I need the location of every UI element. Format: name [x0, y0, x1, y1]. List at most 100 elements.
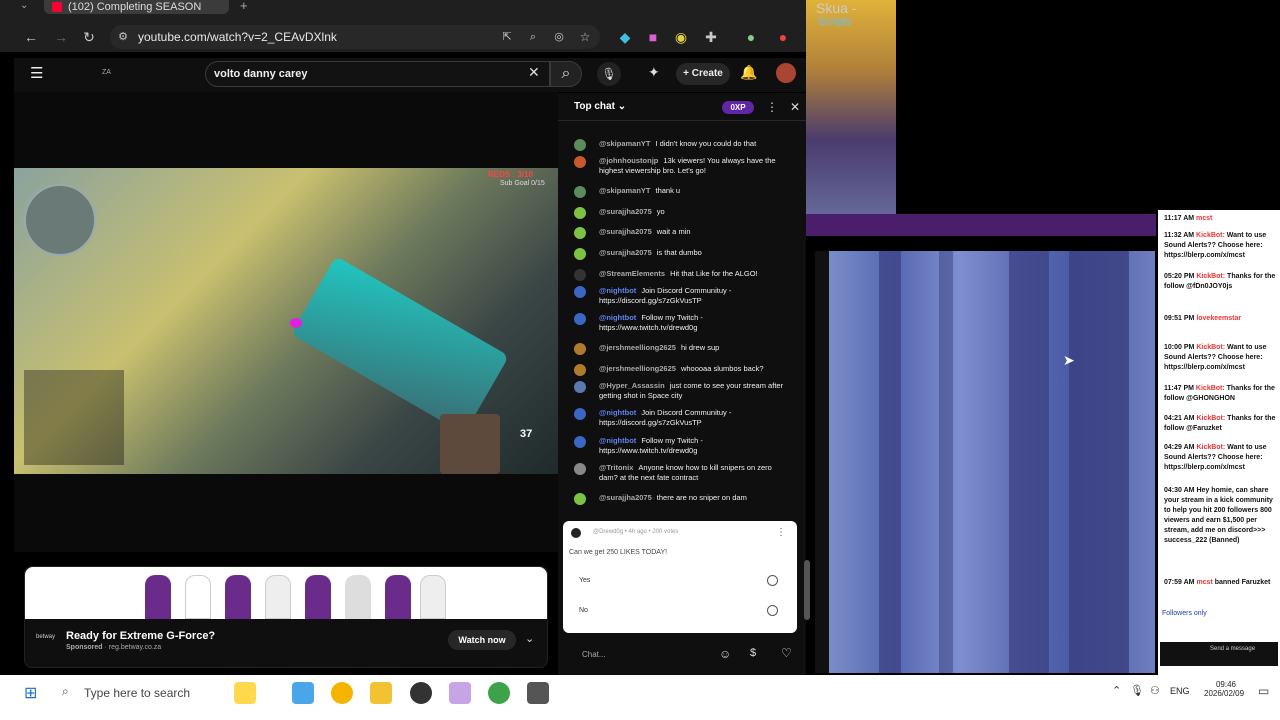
file-explorer-icon[interactable] — [370, 682, 392, 704]
kick-chat-input[interactable]: Send a message — [1160, 642, 1278, 666]
tab-list-icon[interactable]: ⌄ — [20, 0, 28, 11]
chat-author[interactable]: @skipamanYT — [599, 186, 651, 195]
heart-icon[interactable]: ♡ — [781, 646, 792, 660]
game-window[interactable] — [806, 0, 896, 234]
app-icon[interactable] — [527, 682, 549, 704]
chat-author[interactable]: @nightbot — [599, 286, 636, 295]
chrome-profile-icon[interactable] — [488, 682, 510, 704]
kick-chat-user[interactable]: KickBot: — [1196, 232, 1225, 239]
poll-option-no[interactable]: No — [579, 607, 588, 614]
mic-icon[interactable]: 🎙 — [1130, 684, 1144, 697]
chat-author[interactable]: @StreamElements — [599, 269, 665, 278]
xp-badge[interactable]: 0XP — [722, 101, 754, 114]
poll-more-icon[interactable]: ⋮ — [776, 527, 786, 538]
menu-icon[interactable]: ● — [774, 28, 792, 46]
search-button[interactable]: ⌕ — [550, 61, 582, 87]
avatar[interactable] — [776, 63, 796, 83]
chat-author[interactable]: @nightbot — [599, 408, 636, 417]
extensions-puzzle-icon[interactable]: ✚ — [702, 28, 720, 46]
top-chat-selector[interactable]: Top chat ⌄ — [574, 101, 626, 112]
notifications-bell-icon[interactable]: 🔔 — [740, 64, 757, 81]
chat-author[interactable]: @skipamanYT — [599, 139, 651, 148]
chat-author[interactable]: @Tritonix — [599, 463, 633, 472]
taskbar-search[interactable]: Type here to search — [58, 679, 218, 707]
chat-author[interactable]: @Hyper_Assassin — [599, 381, 665, 390]
kick-chat-user[interactable]: KickBot: — [1196, 385, 1225, 392]
kick-chat-user[interactable]: mcst — [1196, 215, 1212, 222]
chat-message: @nightbot Follow my Twitch - https://www.… — [574, 436, 788, 456]
sub-goal: Sub Goal 0/15 — [500, 180, 545, 187]
kick-chat-user[interactable]: KickBot: — [1196, 415, 1225, 422]
install-icon[interactable]: ⇱ — [498, 28, 516, 46]
top-chat-label: Top chat — [574, 101, 615, 112]
copilot-icon[interactable] — [292, 682, 314, 704]
super-chat-icon[interactable]: $ — [750, 647, 756, 659]
forest-stream-video[interactable] — [829, 251, 1155, 673]
extension-icon[interactable]: ◆ — [616, 28, 634, 46]
hamburger-menu-icon[interactable]: ☰ — [30, 64, 43, 82]
watch-now-button[interactable]: Watch now — [448, 630, 516, 650]
clear-search-icon[interactable]: ✕ — [528, 64, 540, 81]
chat-author[interactable]: @nightbot — [599, 313, 636, 322]
back-icon[interactable]: ← — [22, 28, 40, 46]
kick-chat-user[interactable]: lovekeemstar — [1196, 315, 1241, 322]
obs-icon[interactable] — [410, 682, 432, 704]
ad-title[interactable]: Ready for Extreme G-Force? — [66, 630, 215, 642]
app-icon[interactable] — [449, 682, 471, 704]
browser-tab[interactable]: (102) Completing SEASON — [44, 0, 229, 14]
chat-author[interactable]: @nightbot — [599, 436, 636, 445]
extension-icon[interactable]: ■ — [644, 28, 662, 46]
chat-author[interactable]: @surajjha2075 — [599, 493, 652, 502]
bookmark-star-icon[interactable]: ☆ — [576, 28, 594, 46]
kick-chat-line: 07:59 AM mcst banned Faruzket — [1164, 578, 1278, 588]
voice-search-icon[interactable]: 🎙 — [597, 62, 621, 86]
eye-off-icon[interactable]: ◎ — [550, 28, 568, 46]
create-button[interactable]: + Create — [676, 63, 730, 85]
more-options-icon[interactable]: ⋮ — [766, 100, 778, 114]
reload-icon[interactable]: ↻ — [80, 28, 98, 46]
kick-chat-text: Hey homie, can share your stream in a ki… — [1164, 487, 1273, 544]
chat-author[interactable]: @jershmeelliong2625 — [599, 343, 676, 352]
scripts-menu[interactable]: Scripts — [818, 16, 852, 28]
widgets-icon[interactable] — [234, 682, 256, 704]
chevron-down-icon[interactable]: ⌄ — [525, 632, 534, 645]
notifications-icon[interactable]: ▭ — [1258, 684, 1269, 698]
profile-icon[interactable]: ● — [742, 28, 760, 46]
chat-input[interactable]: Chat... — [574, 645, 710, 665]
chat-scrollbar[interactable] — [804, 560, 810, 620]
kick-chat-user[interactable]: KickBot: — [1196, 344, 1225, 351]
forward-icon[interactable]: → — [52, 28, 70, 46]
taskbar-clock[interactable]: 09:46 2026/02/09 — [1204, 680, 1244, 698]
chat-author[interactable]: @johnhoustonjp — [599, 156, 658, 165]
site-info-icon[interactable]: ⚙ — [114, 28, 132, 46]
emoji-icon[interactable]: ☺ — [719, 647, 731, 661]
close-chat-icon[interactable]: ✕ — [790, 100, 800, 114]
extension-icon[interactable]: ◉ — [672, 28, 690, 46]
tray-chevron-icon[interactable]: ⌃ — [1112, 684, 1121, 697]
kick-chat-time: 07:59 AM — [1164, 579, 1195, 586]
youtube-logo[interactable]: ZA — [102, 69, 111, 76]
windows-start-icon[interactable]: ⊞ — [24, 683, 37, 703]
network-icon[interactable]: ⚇ — [1150, 684, 1160, 697]
chat-avatar — [574, 493, 586, 505]
kick-chat-user[interactable]: KickBot: — [1196, 273, 1225, 280]
kick-chat-user[interactable]: KickBot: — [1196, 444, 1225, 451]
kick-chat-user[interactable]: mcst — [1196, 579, 1212, 586]
chat-author[interactable]: @surajjha2075 — [599, 248, 652, 257]
studio-icon[interactable]: ✦ — [648, 64, 660, 81]
ad-image[interactable] — [25, 567, 547, 619]
chrome-icon[interactable] — [331, 682, 353, 704]
kick-chat-time: 09:51 PM — [1164, 315, 1195, 322]
poll-option-yes[interactable]: Yes — [579, 577, 590, 584]
zoom-icon[interactable]: ⌕ — [524, 28, 542, 46]
poll-author-avatar — [571, 528, 581, 538]
new-tab-button[interactable]: + — [240, 0, 248, 13]
chat-author[interactable]: @surajjha2075 — [599, 227, 652, 236]
poll-radio-no[interactable] — [767, 605, 778, 616]
poll-radio-yes[interactable] — [767, 575, 778, 586]
language-indicator[interactable]: ENG — [1170, 686, 1190, 696]
chat-author[interactable]: @surajjha2075 — [599, 207, 652, 216]
side-scroll-strip[interactable] — [815, 251, 829, 673]
search-input[interactable]: volto danny carey — [205, 61, 550, 87]
chat-author[interactable]: @jershmeelliong2625 — [599, 364, 676, 373]
